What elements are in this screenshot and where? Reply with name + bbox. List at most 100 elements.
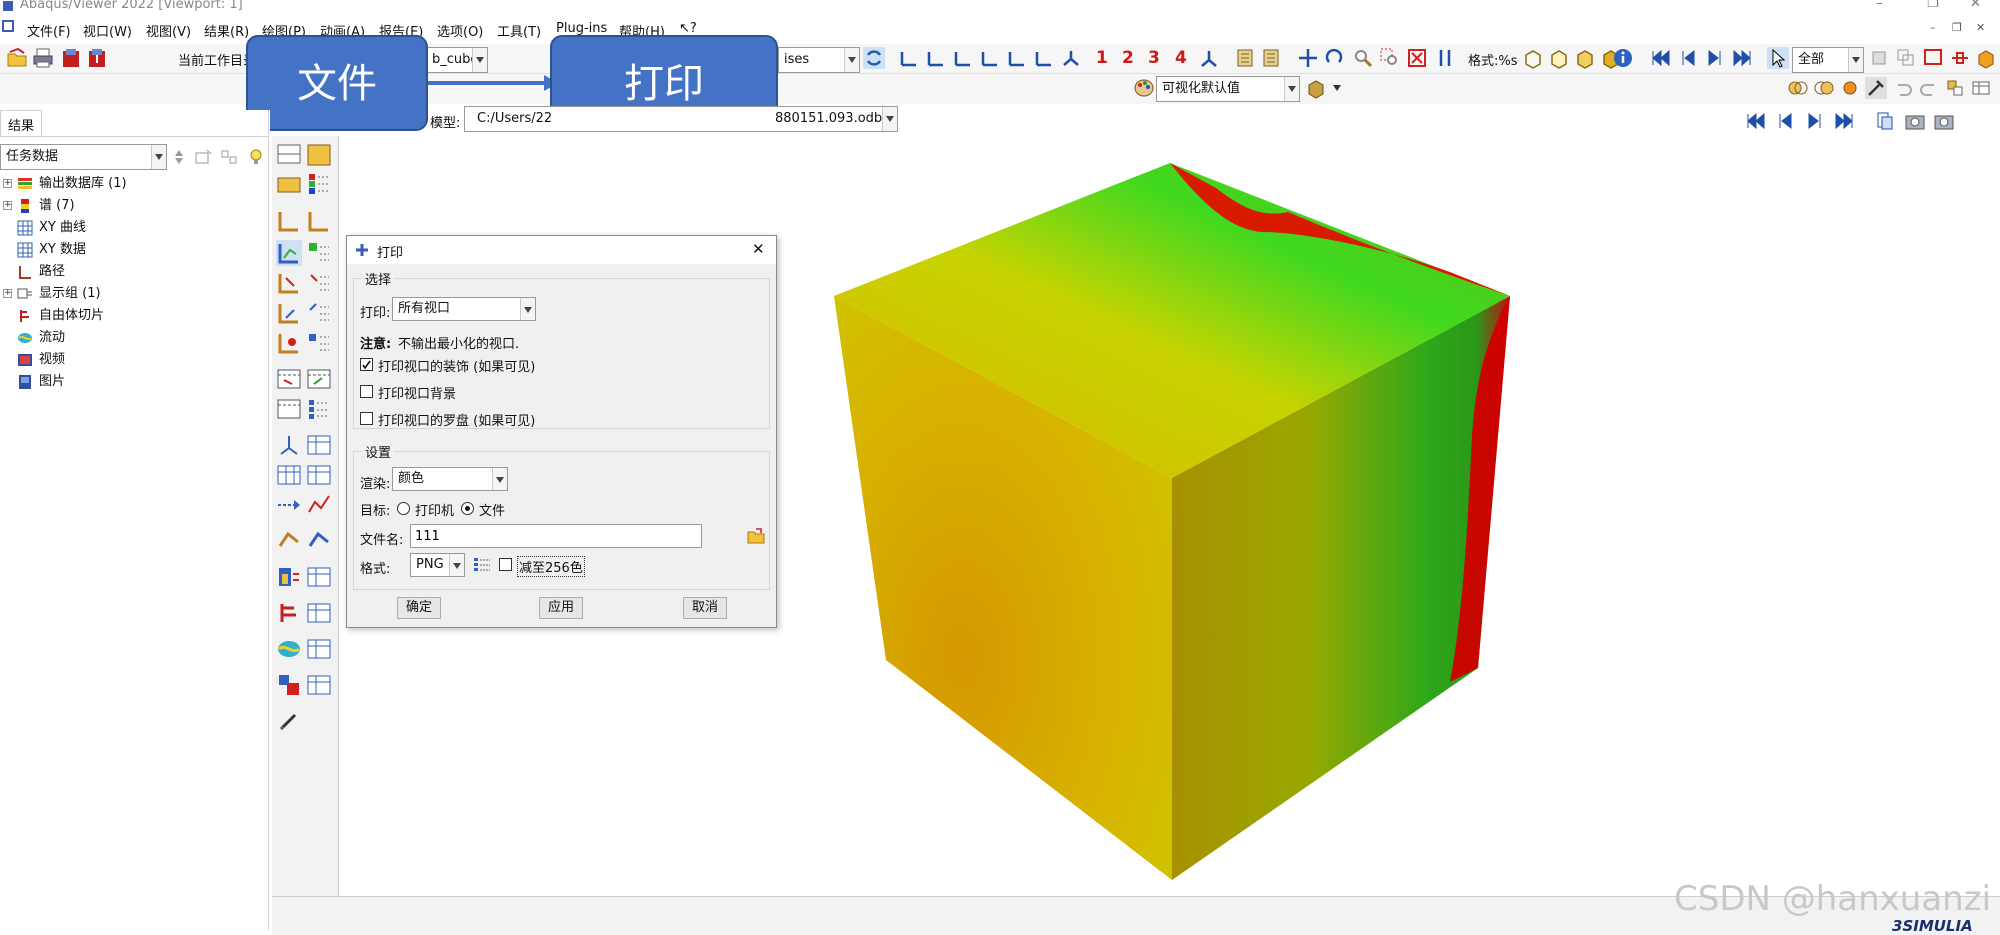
redo-icon[interactable] (1918, 77, 1940, 99)
menu-result[interactable]: 结果(R) (204, 21, 249, 40)
next-frame-icon[interactable] (1704, 47, 1726, 69)
tree-expand-icon[interactable] (193, 146, 215, 168)
undeformed-icon[interactable] (276, 208, 302, 234)
view-iso-icon[interactable] (1060, 47, 1082, 69)
hidden-icon[interactable] (1548, 47, 1570, 69)
tree-item-spectrum[interactable]: + 谱 (7) (0, 195, 260, 217)
mdi-minimize-button[interactable]: – (1930, 21, 1936, 34)
model-path-combo[interactable]: C:/Users/22 880151.093.odb (464, 106, 898, 132)
mises-combo[interactable]: ises (778, 47, 860, 73)
filled-icon[interactable] (1574, 47, 1596, 69)
box-select-icon[interactable] (1922, 47, 1944, 69)
display-group-manager-icon[interactable] (306, 672, 332, 698)
allow-multiple-icon[interactable] (306, 330, 332, 356)
first-frame-icon[interactable] (1650, 47, 1672, 69)
ok-button[interactable]: 确定 (397, 597, 441, 619)
report-options-icon[interactable] (306, 564, 332, 590)
apply-button[interactable]: 应用 (539, 597, 583, 619)
tree-item-xy-curve[interactable]: XY 曲线 (0, 217, 260, 239)
tree-item-path[interactable]: 路径 (0, 261, 260, 283)
ctx-camera2-icon[interactable] (1933, 110, 1955, 132)
task-data-combo[interactable]: 任务数据 (0, 144, 167, 170)
dest-printer-radio[interactable] (397, 502, 410, 515)
open-icon[interactable] (6, 47, 28, 69)
format-options-icon[interactable] (473, 557, 491, 573)
animate-harmonic-icon[interactable] (276, 396, 302, 422)
tree-item-display-group[interactable]: + 显示组 (1) (0, 283, 260, 305)
tree-item-stream[interactable]: 流动 (0, 327, 260, 349)
probe-tool-icon[interactable] (276, 708, 302, 734)
tree-filter-icon[interactable] (171, 146, 193, 168)
step-combo[interactable]: b_cube (426, 47, 488, 73)
material-orient-icon[interactable] (276, 300, 302, 326)
multiple-plot-icon[interactable] (276, 330, 302, 356)
undo-icon[interactable] (1892, 77, 1914, 99)
tree-item-xy-data[interactable]: XY 数据 (0, 239, 260, 261)
common-options-icon[interactable] (276, 172, 302, 198)
symbol-plot-icon[interactable] (276, 270, 302, 296)
table-tool-icon[interactable] (1970, 77, 1992, 99)
background-checkbox[interactable] (360, 385, 373, 398)
select-option-icon[interactable] (1868, 47, 1890, 69)
viewport-1-button[interactable]: 1 (1096, 48, 1108, 68)
menu-view[interactable]: 视图(V) (146, 21, 191, 40)
step-frame-icon[interactable] (276, 142, 302, 168)
path-plot-icon[interactable] (276, 528, 302, 554)
minimize-button[interactable]: – (1876, 0, 1883, 11)
view-negx-icon[interactable] (979, 47, 1001, 69)
free-body-tool-icon[interactable] (276, 600, 302, 626)
palette-icon[interactable] (1133, 77, 1155, 99)
mdi-close-button[interactable]: ✕ (1976, 21, 1985, 34)
ctx-first-frame-icon[interactable] (1745, 110, 1767, 132)
ctx-camera-icon[interactable] (1904, 110, 1926, 132)
query-icon[interactable] (1949, 47, 1971, 69)
path-options-icon[interactable] (306, 528, 332, 554)
decorations-checkbox[interactable] (360, 358, 373, 371)
format-combo[interactable]: PNG (410, 553, 465, 577)
contour-legend-icon[interactable] (306, 172, 332, 198)
compass-checkbox[interactable] (360, 412, 373, 425)
ctx-next-frame-icon[interactable] (1804, 110, 1826, 132)
cancel-button[interactable]: 取消 (683, 597, 727, 619)
auto-fit-icon[interactable] (1406, 47, 1428, 69)
xy-plot-icon[interactable] (276, 462, 302, 488)
ctx-prev-frame-icon[interactable] (1774, 110, 1796, 132)
curve-options-icon[interactable] (306, 492, 332, 518)
tab-results[interactable]: 结果 (0, 110, 42, 136)
visual-defaults-combo[interactable]: 可视化默认值 (1156, 76, 1300, 102)
viewport-2-button[interactable]: 2 (1122, 48, 1134, 68)
last-frame-icon[interactable] (1731, 47, 1753, 69)
print-scope-combo[interactable]: 所有视口 (392, 297, 536, 321)
stream-manager-icon[interactable] (306, 636, 332, 662)
xy-plot-options-icon[interactable] (306, 462, 332, 488)
dialog-close-button[interactable]: ✕ (752, 240, 765, 258)
menu-plugins[interactable]: Plug-ins (556, 21, 607, 36)
view-x-icon[interactable] (898, 47, 920, 69)
axis-triad-icon[interactable] (1198, 47, 1220, 69)
menu-tools[interactable]: 工具(T) (497, 21, 541, 40)
material-orient-options-icon[interactable] (306, 300, 332, 326)
render-style-icon[interactable] (1305, 77, 1327, 99)
pan-icon[interactable] (1297, 47, 1319, 69)
bulb-icon[interactable] (245, 146, 267, 168)
tree-item-image[interactable]: 图片 (0, 371, 260, 393)
tree-item-movie[interactable]: 视频 (0, 349, 260, 371)
view-negy-icon[interactable] (1006, 47, 1028, 69)
venn-a-icon[interactable] (1787, 77, 1809, 99)
axis-options-icon[interactable] (276, 492, 302, 518)
context-help-icon[interactable]: ↖? (679, 21, 697, 36)
select-filter-combo[interactable]: 全部 (1792, 47, 1864, 73)
pointer-icon[interactable] (1767, 47, 1789, 69)
ctx-frame-select-icon[interactable] (1874, 110, 1896, 132)
rotate-icon[interactable] (1324, 47, 1346, 69)
ctx-last-frame-icon[interactable] (1833, 110, 1855, 132)
field-output-icon[interactable] (306, 142, 332, 168)
select-mode-icon[interactable] (1895, 47, 1917, 69)
render-combo[interactable]: 颜色 (392, 467, 508, 491)
save-icon[interactable] (60, 47, 82, 69)
stream-tool-icon[interactable] (276, 636, 302, 662)
render-style-dropdown[interactable] (1333, 85, 1341, 91)
display-group-tool-icon[interactable] (1975, 47, 1997, 69)
pick-icon[interactable] (1865, 77, 1887, 99)
sync-icon[interactable] (863, 47, 885, 69)
